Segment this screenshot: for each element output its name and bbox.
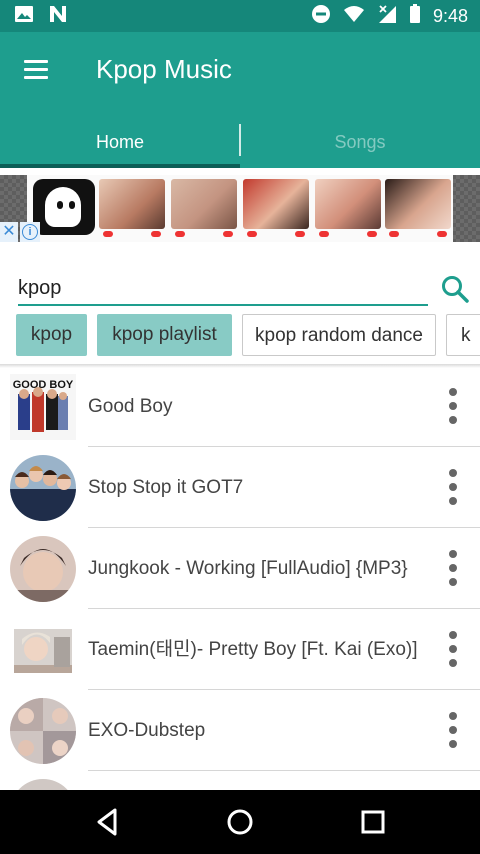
- more-options-icon[interactable]: [438, 548, 468, 588]
- ad-caption: [99, 231, 165, 239]
- system-nav-bar: [0, 790, 480, 854]
- app-bar: Kpop Music Home Songs: [0, 32, 480, 168]
- list-item[interactable]: EXO-Dubstep: [0, 690, 480, 771]
- chip-partial[interactable]: k: [446, 314, 480, 356]
- song-title: Good Boy: [88, 396, 173, 417]
- signal-icon: [377, 4, 397, 29]
- list-item[interactable]: Jungkook - Working [FullAudio] {MP3}: [0, 528, 480, 609]
- do-not-disturb-icon: [311, 4, 331, 29]
- list-item[interactable]: Taemin(태민)- Pretty Boy [Ft. Kai (Exo)]: [0, 609, 480, 690]
- wifi-icon: [343, 5, 365, 28]
- battery-icon: [409, 4, 421, 29]
- list-item[interactable]: [0, 771, 480, 790]
- song-thumbnail: [10, 536, 76, 602]
- suggestion-chips: kpop kpop playlist kpop random dance k: [0, 314, 480, 358]
- song-thumbnail: GOOD BOY: [10, 374, 76, 440]
- ad-photo[interactable]: [243, 179, 309, 229]
- song-thumbnail: [10, 617, 76, 683]
- song-list: GOOD BOY Good Boy Stop Stop it GOT7 Jung…: [0, 366, 480, 790]
- song-title: EXO-Dubstep: [88, 720, 206, 741]
- back-triangle-icon[interactable]: [88, 804, 128, 840]
- chip-kpop[interactable]: kpop: [16, 314, 87, 356]
- home-circle-icon[interactable]: [220, 804, 260, 840]
- ad-caption: [171, 231, 237, 239]
- ad-photo[interactable]: [385, 179, 451, 229]
- tab-indicator: [0, 164, 240, 168]
- tab-bar: Home Songs: [0, 120, 480, 168]
- status-bar: 9:48: [0, 0, 480, 32]
- song-title: Jungkook - Working [FullAudio] {MP3}: [88, 558, 408, 579]
- image-icon: [14, 5, 34, 28]
- ad-caption: [315, 231, 381, 239]
- more-options-icon[interactable]: [438, 629, 468, 669]
- ad-photo[interactable]: [99, 179, 165, 229]
- more-options-icon[interactable]: [438, 386, 468, 426]
- list-item[interactable]: GOOD BOY Good Boy: [0, 366, 480, 447]
- ad-photo[interactable]: [171, 179, 237, 229]
- song-thumbnail: [10, 455, 76, 521]
- ghost-app-icon[interactable]: [33, 179, 95, 235]
- song-thumbnail: [10, 698, 76, 764]
- close-icon[interactable]: ✕: [0, 222, 18, 242]
- ad-caption: [385, 231, 451, 239]
- hamburger-menu-icon[interactable]: [22, 58, 52, 82]
- song-thumbnail: [10, 779, 76, 790]
- list-item[interactable]: Stop Stop it GOT7: [0, 447, 480, 528]
- ad-content[interactable]: [27, 175, 453, 242]
- info-icon[interactable]: i: [20, 222, 40, 242]
- ad-banner[interactable]: [0, 175, 480, 242]
- tab-songs[interactable]: Songs: [240, 120, 480, 168]
- more-options-icon[interactable]: [438, 467, 468, 507]
- more-options-icon[interactable]: [438, 710, 468, 750]
- ad-caption: [243, 231, 309, 239]
- app-title: Kpop Music: [96, 54, 232, 84]
- tab-home[interactable]: Home: [0, 120, 240, 168]
- n-notification-icon: [48, 5, 68, 28]
- song-title: Taemin(태민)- Pretty Boy [Ft. Kai (Exo)]: [88, 639, 418, 660]
- recents-square-icon[interactable]: [353, 804, 393, 840]
- search-icon[interactable]: [440, 274, 470, 304]
- chip-kpop-random-dance[interactable]: kpop random dance: [242, 314, 436, 356]
- ad-photo[interactable]: [315, 179, 381, 229]
- song-title: Stop Stop it GOT7: [88, 477, 244, 498]
- status-time: 9:48: [432, 6, 468, 26]
- search-input[interactable]: [18, 272, 428, 306]
- svg-text:GOOD BOY: GOOD BOY: [13, 379, 74, 391]
- chip-kpop-playlist[interactable]: kpop playlist: [97, 314, 232, 356]
